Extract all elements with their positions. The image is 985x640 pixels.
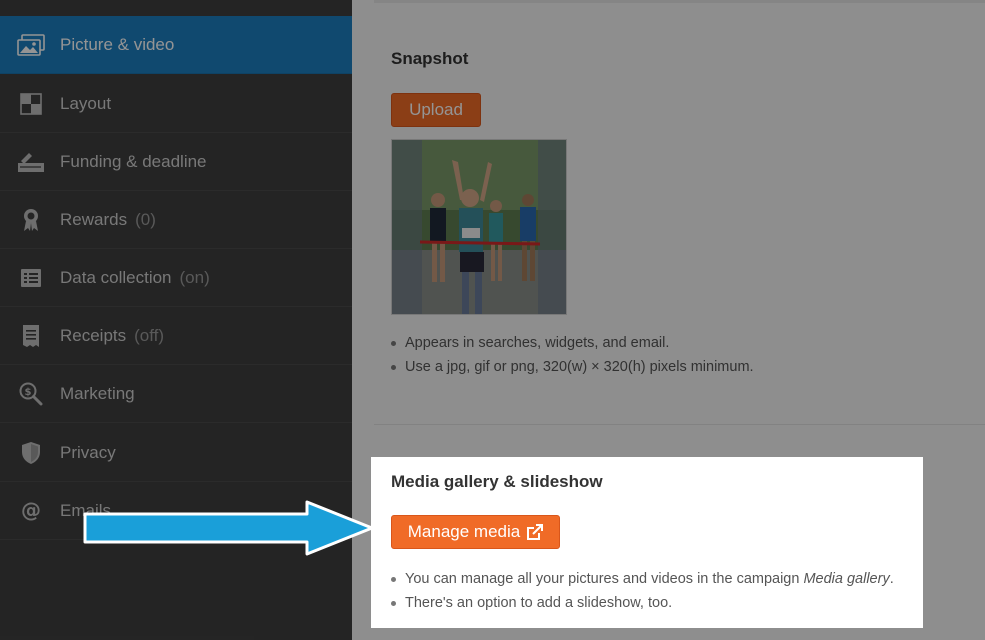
media-gallery-term: Media gallery: [803, 571, 890, 587]
data-collection-status: (on): [179, 267, 210, 287]
upload-button[interactable]: Upload: [391, 93, 481, 127]
sidebar-item-data-collection[interactable]: Data collection (on): [0, 249, 352, 307]
image-icon: [16, 33, 46, 57]
list-item: You can manage all your pictures and vid…: [389, 567, 894, 591]
svg-text:@: @: [21, 500, 41, 522]
list-item: There's an option to add a slideshow, to…: [389, 591, 894, 615]
svg-text:$: $: [25, 387, 32, 398]
shield-icon: [16, 441, 46, 465]
sidebar-item-receipts[interactable]: Receipts (off): [0, 307, 352, 365]
sidebar-item-label: Layout: [60, 93, 112, 113]
manage-media-label: Manage media: [407, 522, 521, 541]
list-icon: [16, 266, 46, 290]
at-icon: @: [16, 499, 46, 523]
media-gallery-section: Media gallery & slideshow Manage media Y…: [371, 457, 923, 628]
sidebar-item-rewards[interactable]: Rewards (0): [0, 191, 352, 249]
layout-icon: [16, 92, 46, 116]
gallery-bullet-suffix: .: [889, 571, 894, 587]
sidebar-item-picture-video[interactable]: Picture & video: [0, 16, 352, 74]
receipts-status: (off): [134, 325, 165, 345]
manage-media-button[interactable]: Manage media: [391, 515, 560, 549]
sidebar-item-layout[interactable]: Layout: [0, 75, 352, 133]
snapshot-image: [391, 139, 567, 315]
funding-icon: [16, 150, 46, 174]
snapshot-bullets: Appears in searches, widgets, and email.…: [389, 331, 754, 379]
list-item: Use a jpg, gif or png, 320(w) × 320(h) p…: [389, 355, 754, 379]
marketing-icon: $: [16, 382, 46, 406]
sidebar-item-label: Marketing: [60, 383, 135, 403]
sidebar-item-label: Data collection: [60, 267, 172, 287]
section-divider: [374, 424, 985, 425]
external-link-icon: [526, 523, 544, 541]
sidebar-item-marketing[interactable]: $ Marketing: [0, 365, 352, 423]
sidebar-item-label: Privacy: [60, 442, 116, 462]
sidebar-item-label: Receipts: [60, 325, 127, 345]
ribbon-icon: [16, 208, 46, 232]
sidebar-item-funding[interactable]: Funding & deadline: [0, 133, 352, 191]
callout-arrow-icon: [83, 500, 375, 561]
sidebar-item-label: Rewards: [60, 209, 128, 229]
sidebar-item-label: Funding & deadline: [60, 151, 207, 171]
rewards-count: (0): [135, 209, 156, 229]
gallery-bullet-text: You can manage all your pictures and vid…: [405, 571, 804, 587]
sidebar-item-label: Picture & video: [60, 34, 175, 54]
gallery-bullets: You can manage all your pictures and vid…: [389, 567, 894, 615]
snapshot-title: Snapshot: [391, 49, 469, 68]
list-item: Appears in searches, widgets, and email.: [389, 331, 754, 355]
gallery-title: Media gallery & slideshow: [391, 472, 603, 491]
top-divider: [374, 0, 985, 3]
sidebar-item-privacy[interactable]: Privacy: [0, 424, 352, 482]
receipt-icon: [16, 324, 46, 348]
